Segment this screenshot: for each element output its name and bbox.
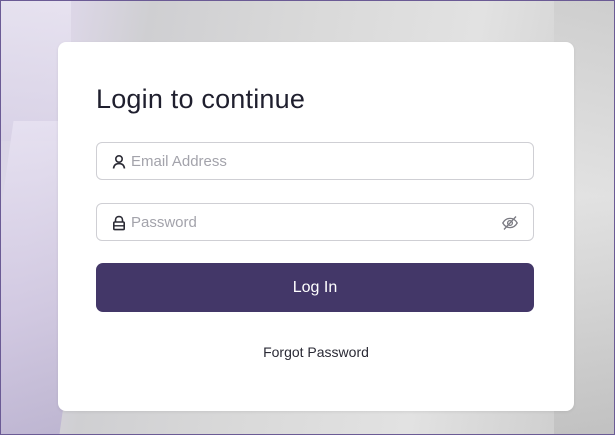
email-field[interactable] xyxy=(96,142,534,180)
page-title: Login to continue xyxy=(96,84,306,114)
login-card: Login to continue Email Address Log In F… xyxy=(58,42,574,411)
password-input[interactable] xyxy=(131,204,501,240)
password-field[interactable] xyxy=(96,203,534,241)
email-input[interactable] xyxy=(131,143,501,179)
eye-off-icon[interactable] xyxy=(501,214,519,232)
forgot-password-link[interactable]: Forgot Password xyxy=(58,344,574,360)
lock-icon xyxy=(111,215,127,231)
login-button[interactable]: Log In xyxy=(96,263,534,312)
login-screen: Login to continue Email Address Log In F… xyxy=(0,0,615,435)
user-icon xyxy=(111,154,127,170)
